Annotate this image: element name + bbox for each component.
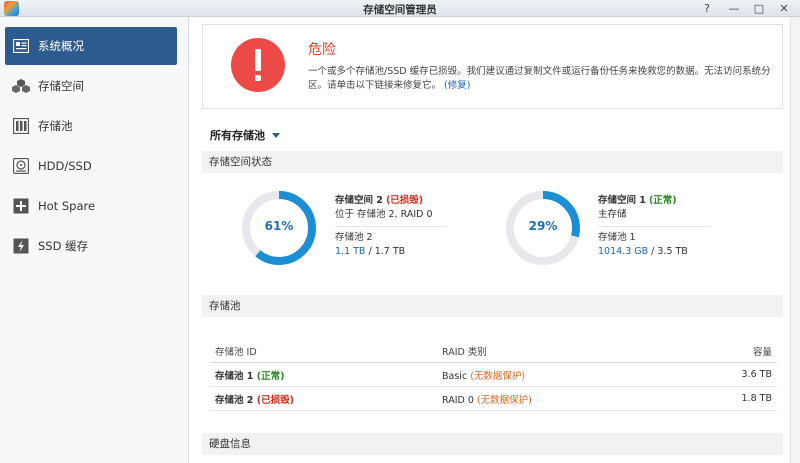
raid-note: (无数据保护) [476,394,532,406]
raid-type: Basic [442,370,468,382]
close-button[interactable]: ✕ [775,1,793,16]
minimize-button[interactable]: — [725,1,743,16]
volume-info: 存储空间 1 (正常) 主存储 存储池 1 1014.3 GB / 3.5 TB [598,194,710,259]
divider [335,226,447,227]
main-panel: 危险 一个或多个存储池/SSD 缓存已损毁。我们建议通过复制文件或运行备份任务来… [190,17,800,463]
section-disk-info: 硬盘信息 [202,433,783,455]
pool-filter-label: 所有存储池 [210,129,265,142]
sidebar-item-label: 存储池 [38,119,73,133]
pool-id-cell: 存储池 2 (已损毁) [210,392,435,406]
column-header-capacity: 容量 [752,346,772,358]
sidebar-item-hdd-ssd[interactable]: HDD/SSD [5,147,177,185]
hdd-icon [12,157,30,175]
capacity-cell: 1.8 TB [741,393,772,404]
sidebar-item-label: 系统概况 [38,39,84,53]
volume-used: 1.1 TB [335,246,366,257]
volume-usage-donut: 29% [503,188,583,268]
sidebar-item-label: HDD/SSD [38,159,92,173]
volume-usage-donut: 61% [239,188,319,268]
raid-type: RAID 0 [442,394,474,406]
hot-spare-icon [12,197,30,215]
warning-icon [231,38,285,92]
storage-pool-icon [12,117,30,135]
column-header-pool-id: 存储池 ID [215,346,257,358]
sidebar-item-label: SSD 缓存 [38,239,89,253]
table-row[interactable]: 存储池 2 (已损毁) RAID 0 (无数据保护) 1.8 TB [210,387,777,411]
sidebar-item-volume[interactable]: 存储空间 [5,67,177,105]
volume-status: (已损毁) [385,195,424,206]
raid-note: (无数据保护) [470,370,526,382]
volume-total: / 1.7 TB [365,246,406,257]
alert-message-text: 一个或多个存储池/SSD 缓存已损毁。我们建议通过复制文件或运行备份任务来挽救您… [308,66,771,91]
capacity-cell: 3.6 TB [741,369,772,380]
chevron-down-icon [272,132,280,138]
volume-used: 1014.3 GB [598,246,649,257]
scrollbar[interactable] [790,17,800,463]
pool-id: 存储池 2 [215,394,254,406]
pool-filter-dropdown[interactable]: 所有存储池 [210,127,280,143]
pool-status: (正常) [256,370,285,382]
danger-alert: 危险 一个或多个存储池/SSD 缓存已损毁。我们建议通过复制文件或运行备份任务来… [202,24,783,109]
section-storage-pool: 存储池 [202,295,783,317]
repair-link[interactable]: (修复) [444,80,470,91]
volume-location: 位于 存储池 2, RAID 0 [335,209,433,220]
sidebar-item-label: Hot Spare [38,199,96,213]
volume-location: 主存储 [598,209,627,220]
sidebar-item-storage-pool[interactable]: 存储池 [5,107,177,145]
pool-id: 存储池 1 [215,370,254,382]
section-volume-status: 存储空间状态 [202,151,783,173]
sidebar: 系统概况 存储空间 存储池 HDD/SSD Hot Spare SSD 缓存 [0,17,189,463]
usage-percent: 29% [528,219,558,233]
overview-icon [12,37,30,55]
sidebar-item-overview[interactable]: 系统概况 [5,27,177,65]
volume-name: 存储空间 1 [598,195,646,206]
volume-pool: 存储池 1 [598,232,636,243]
volume-status: (正常) [648,195,677,206]
usage-percent: 61% [264,219,294,233]
volume-icon [12,77,30,95]
window-title: 存储空间管理员 [363,4,437,16]
alert-message: 一个或多个存储池/SSD 缓存已损毁。我们建议通过复制文件或运行备份任务来挽救您… [308,65,773,93]
table-header-row: 存储池 ID RAID 类别 容量 [210,339,777,363]
storage-pool-table: 存储池 ID RAID 类别 容量 存储池 1 (正常) Basic (无数据保… [210,339,777,411]
table-row[interactable]: 存储池 1 (正常) Basic (无数据保护) 3.6 TB [210,363,777,387]
volume-info: 存储空间 2 (已损毁) 位于 存储池 2, RAID 0 存储池 2 1.1 … [335,194,447,259]
pool-id-cell: 存储池 1 (正常) [210,368,435,382]
help-button[interactable]: ? [698,1,716,16]
sidebar-item-label: 存储空间 [38,79,84,93]
pool-status: (已损毁) [256,394,294,406]
sidebar-item-hot-spare[interactable]: Hot Spare [5,187,177,225]
raid-cell: Basic (无数据保护) [435,368,685,382]
volume-pool: 存储池 2 [335,232,373,243]
title-bar: 存储空间管理员 ? — □ ✕ [0,0,800,17]
ssd-cache-icon [12,237,30,255]
maximize-button[interactable]: □ [750,1,768,16]
alert-title: 危险 [308,42,336,58]
column-header-raid-type: RAID 类别 [442,346,487,358]
sidebar-item-ssd-cache[interactable]: SSD 缓存 [5,227,177,265]
raid-cell: RAID 0 (无数据保护) [435,392,685,406]
volume-name: 存储空间 2 [335,195,383,206]
divider [598,226,710,227]
volume-total: / 3.5 TB [648,246,688,257]
